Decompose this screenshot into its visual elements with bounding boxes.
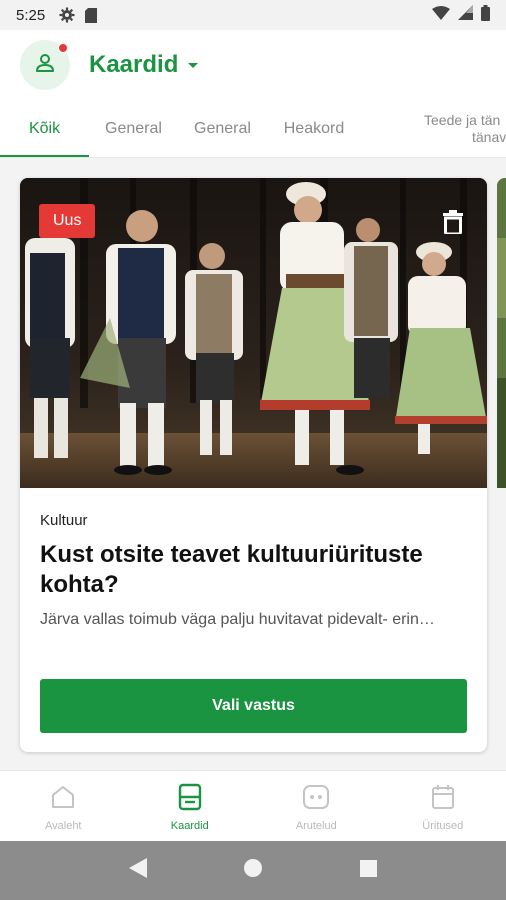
battery-icon [481,4,490,26]
profile-avatar[interactable] [20,40,70,90]
bottom-navigation: Avaleht Kaardid Arutelud Üritused [0,770,506,841]
home-icon [49,783,77,811]
user-icon [33,51,57,80]
tab-all[interactable]: Kõik [0,100,89,157]
tab-label-line2: tänava [472,129,506,145]
card-image: Uus [20,178,487,488]
nav-label: Kaardid [170,820,209,832]
tab-label: Heakord [283,120,345,137]
nav-label: Avaleht [45,820,82,832]
notification-dot [58,43,68,53]
tab-label: General [105,120,162,137]
card-title: Kust otsite teavet kultuuriürituste koht… [40,541,423,598]
back-icon [128,858,147,883]
home-button[interactable] [233,851,273,891]
tab-label: Teede ja tän tänava [410,112,506,146]
nav-label: Arutelud [295,820,337,832]
back-button[interactable] [118,851,158,891]
tab-label: General [194,120,251,137]
tab-general-1[interactable]: General [89,100,178,157]
system-navigation [0,841,506,900]
nav-label: Üritused [422,820,464,832]
cell-signal-icon [458,5,473,25]
sd-card-icon [85,7,98,23]
calendar-icon [429,783,457,811]
status-bar: 5:25 [0,0,506,30]
nav-home[interactable]: Avaleht [0,771,127,841]
home-circle-icon [243,859,262,882]
next-card-peek[interactable] [497,178,506,488]
app-bar: Kaardid [0,30,506,100]
tab-teede-ja-tanavate[interactable]: Teede ja tän tänava [410,100,506,157]
tab-heakord[interactable]: Heakord [267,100,361,157]
tab-general-2[interactable]: General [178,100,267,157]
wifi-icon [432,5,450,25]
caret-down-icon [188,62,199,68]
card-category: Kultuur [40,512,88,529]
category-tabs: Kõik General General Heakord Teede ja tä… [0,100,506,158]
recents-icon [359,859,377,882]
status-time: 5:25 [16,6,46,24]
discussion-icon [302,783,330,811]
recents-button[interactable] [348,851,388,891]
page-title: Kaardid [89,51,179,78]
card-body: Kultuur Kust otsite teavet kultuuriüritu… [20,488,487,629]
trash-icon [443,210,463,234]
question-card[interactable]: Uus Kultuur Kust otsite teavet kultuuriü… [20,178,487,752]
nav-events[interactable]: Üritused [380,771,506,841]
cards-dropdown[interactable]: Kaardid [89,51,199,79]
choose-answer-button[interactable]: Vali vastus [40,679,467,733]
delete-button[interactable] [441,208,465,236]
nav-discussions[interactable]: Arutelud [253,771,380,841]
card-description: Järva vallas toimub väga palju huvitavat… [40,611,435,628]
new-badge: Uus [39,204,96,238]
tab-label: Kõik [28,120,61,137]
gear-icon [59,7,75,23]
tab-label-line1: Teede ja tän [424,112,501,128]
cards-icon [176,783,204,811]
nav-cards[interactable]: Kaardid [127,771,254,841]
cards-content: Uus Kultuur Kust otsite teavet kultuuriü… [0,158,506,770]
status-right-icons [432,4,490,26]
